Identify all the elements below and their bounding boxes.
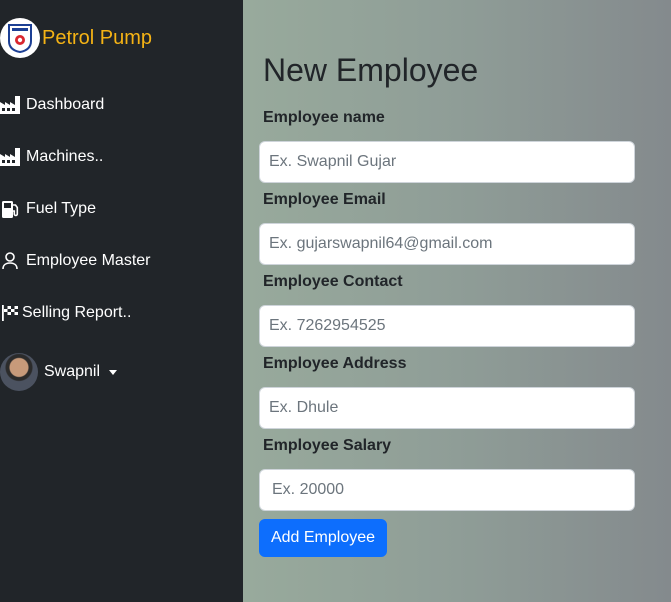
employee-contact-label: Employee Contact bbox=[263, 273, 403, 290]
sidebar-item-fuel-type[interactable]: Fuel Type bbox=[0, 196, 96, 222]
sidebar-item-label: Selling Report.. bbox=[22, 304, 132, 321]
sidebar-item-selling-report[interactable]: Selling Report.. bbox=[0, 300, 131, 326]
sidebar-item-label: Machines.. bbox=[26, 148, 104, 165]
avatar bbox=[0, 353, 38, 391]
employee-contact-input[interactable] bbox=[259, 305, 635, 347]
user-menu-toggle[interactable]: Swapnil bbox=[0, 352, 118, 392]
factory-icon bbox=[0, 147, 20, 167]
employee-name-input[interactable] bbox=[259, 141, 635, 183]
employee-salary-label: Employee Salary bbox=[263, 437, 392, 454]
sidebar-item-employee-master[interactable]: Employee Master bbox=[0, 248, 151, 274]
main-content: New Employee Employee name Employee Emai… bbox=[243, 0, 671, 602]
sidebar: Petrol Pump Dashboard Machines.. Fuel Ty… bbox=[0, 0, 243, 602]
sidebar-item-dashboard[interactable]: Dashboard bbox=[0, 92, 104, 118]
employee-address-input[interactable] bbox=[259, 387, 635, 429]
employee-salary-input[interactable] bbox=[259, 469, 635, 511]
sidebar-item-label: Employee Master bbox=[26, 252, 151, 269]
caret-down-icon bbox=[109, 369, 118, 375]
sidebar-item-label: Dashboard bbox=[26, 96, 105, 113]
employee-email-input[interactable] bbox=[259, 223, 635, 265]
sidebar-item-machines[interactable]: Machines.. bbox=[0, 144, 103, 170]
user-name: Swapnil bbox=[44, 363, 101, 380]
page-title: New Employee bbox=[263, 52, 479, 88]
employee-address-label: Employee Address bbox=[263, 355, 407, 372]
brand-logo-icon bbox=[0, 18, 40, 58]
sidebar-item-label: Fuel Type bbox=[26, 200, 96, 217]
brand[interactable]: Petrol Pump bbox=[0, 16, 152, 60]
add-employee-button[interactable]: Add Employee bbox=[259, 519, 387, 557]
fuel-pump-icon bbox=[0, 199, 20, 219]
employee-email-label: Employee Email bbox=[263, 191, 386, 208]
factory-icon bbox=[0, 95, 20, 115]
flag-checkered-icon bbox=[0, 303, 20, 323]
employee-name-label: Employee name bbox=[263, 109, 385, 126]
person-icon bbox=[0, 251, 20, 271]
brand-name: Petrol Pump bbox=[42, 26, 153, 49]
